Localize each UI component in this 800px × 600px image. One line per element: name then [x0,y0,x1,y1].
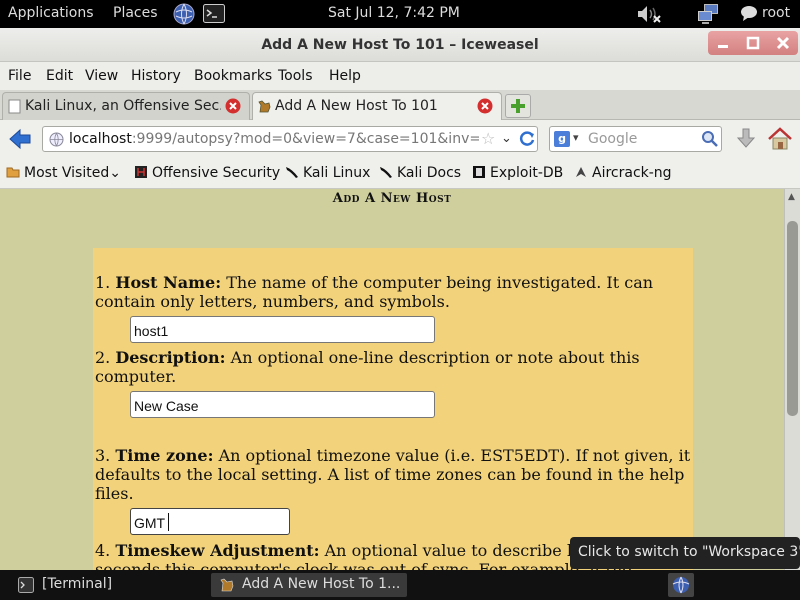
tab-kali-linux[interactable]: Kali Linux, an Offensive Sec... [2,92,250,120]
downloads-icon[interactable] [735,126,757,152]
menu-tools[interactable]: Tools [278,68,313,84]
bookmark-offensive-security[interactable]: Offensive Security [134,165,280,181]
taskbar-terminal-label: [Terminal] [42,576,113,592]
chat-icon[interactable] [740,5,758,22]
autopsy-dog-icon [257,99,272,114]
clock[interactable]: Sat Jul 12, 7:42 PM [328,5,460,21]
time-zone-description: 3. Time zone: An optional timezone value… [95,446,691,503]
terminal-icon [18,577,34,593]
navigation-toolbar: localhost:9999/autopsy?mod=0&view=7&case… [0,120,800,158]
url-text[interactable]: localhost:9999/autopsy?mod=0&view=7&case… [69,131,479,147]
description-input[interactable]: New Case [130,391,435,418]
workspace-switcher-button[interactable] [668,573,694,597]
folder-icon [6,167,20,178]
menu-history[interactable]: History [131,68,181,84]
menu-help[interactable]: Help [329,68,361,84]
search-bar[interactable]: g ▾ Google [549,126,722,152]
reload-icon[interactable] [517,129,537,149]
description-description: 2. Description: An optional one-line des… [95,348,640,386]
taskbar-terminal[interactable]: [Terminal] [14,573,204,597]
text-cursor [168,513,169,531]
google-engine-icon[interactable]: g [554,131,570,147]
tab-label: Kali Linux, an Offensive Sec... [25,98,221,114]
url-history-dropdown-icon[interactable]: ⌄ [501,131,512,146]
network-icon[interactable] [697,3,721,25]
terminal-icon[interactable] [203,4,225,23]
page-scrollbar[interactable]: ▲ [784,189,800,570]
aircrack-icon [576,167,586,177]
menu-edit[interactable]: Edit [46,68,73,84]
host-name-description: 1. Host Name: The name of the computer b… [95,273,654,311]
blank-page-icon [7,99,22,114]
bottom-panel: [Terminal] Add A New Host To 1... [0,570,800,600]
globe-icon[interactable] [172,2,196,26]
scroll-up-arrow-icon[interactable]: ▲ [788,192,795,202]
menu-bar: File Edit View History Bookmarks Tools H… [0,62,800,90]
search-input[interactable]: Google [588,131,637,147]
bookmark-kali-linux[interactable]: Kali Linux [285,165,370,181]
time-zone-input[interactable]: GMT [130,508,290,535]
window-title: Add A New Host To 101 – Iceweasel [261,37,539,53]
page-viewport: Add A New Host 1. Host Name: The name of… [0,189,784,570]
volume-muted-icon[interactable] [636,3,662,25]
scrollbar-thumb[interactable] [787,221,798,416]
user-menu[interactable]: root [762,5,790,21]
workspace-tooltip: Click to switch to "Workspace 3" [570,537,800,569]
search-icon[interactable] [701,130,719,148]
bookmarks-toolbar: Most Visited⌄ Offensive Security Kali Li… [0,158,800,189]
host-name-input[interactable]: host1 [130,316,435,343]
new-host-form: 1. Host Name: The name of the computer b… [93,248,693,570]
tab-label: Add A New Host To 101 [275,98,438,114]
chevron-down-icon: ⌄ [109,165,121,181]
site-identity-icon[interactable] [49,132,64,147]
close-window-button[interactable] [768,31,798,55]
minimize-button[interactable] [708,31,738,55]
kali-dragon-icon [380,167,392,178]
bookmark-aircrack-ng[interactable]: Aircrack-ng [574,165,672,181]
bookmark-exploit-db[interactable]: Exploit-DB [472,165,563,181]
back-button[interactable] [6,125,34,153]
address-bar[interactable]: localhost:9999/autopsy?mod=0&view=7&case… [42,126,538,152]
applications-menu[interactable]: Applications [8,5,94,21]
close-tab-icon[interactable] [225,98,241,114]
tab-add-new-host[interactable]: Add A New Host To 101 [252,92,502,120]
title-bar[interactable]: Add A New Host To 101 – Iceweasel [0,28,800,62]
exploit-db-icon [473,166,485,178]
menu-file[interactable]: File [8,68,31,84]
bookmark-most-visited[interactable]: Most Visited⌄ [6,165,121,181]
places-menu[interactable]: Places [113,5,158,21]
menu-bookmarks[interactable]: Bookmarks [194,68,272,84]
page-title: Add A New Host [332,191,452,206]
menu-view[interactable]: View [85,68,118,84]
new-tab-button[interactable] [505,94,531,118]
taskbar-browser[interactable]: Add A New Host To 1... [211,573,407,597]
taskbar-browser-label: Add A New Host To 1... [242,576,401,592]
browser-window: Add A New Host To 101 – Iceweasel File E… [0,28,800,570]
home-icon[interactable] [766,125,794,153]
bookmark-kali-docs[interactable]: Kali Docs [379,165,461,181]
autopsy-dog-icon [219,577,235,593]
search-engine-dropdown-icon[interactable]: ▾ [573,131,579,144]
offensive-security-icon [135,166,147,178]
close-tab-icon[interactable] [477,98,493,114]
kali-dragon-icon [286,167,298,178]
tab-bar: Kali Linux, an Offensive Sec... Add A Ne… [0,90,800,120]
top-panel: Applications Places Sat Jul 12, 7:42 PM … [0,0,800,28]
maximize-button[interactable] [738,31,768,55]
bookmark-star-icon[interactable]: ☆ [481,129,495,148]
